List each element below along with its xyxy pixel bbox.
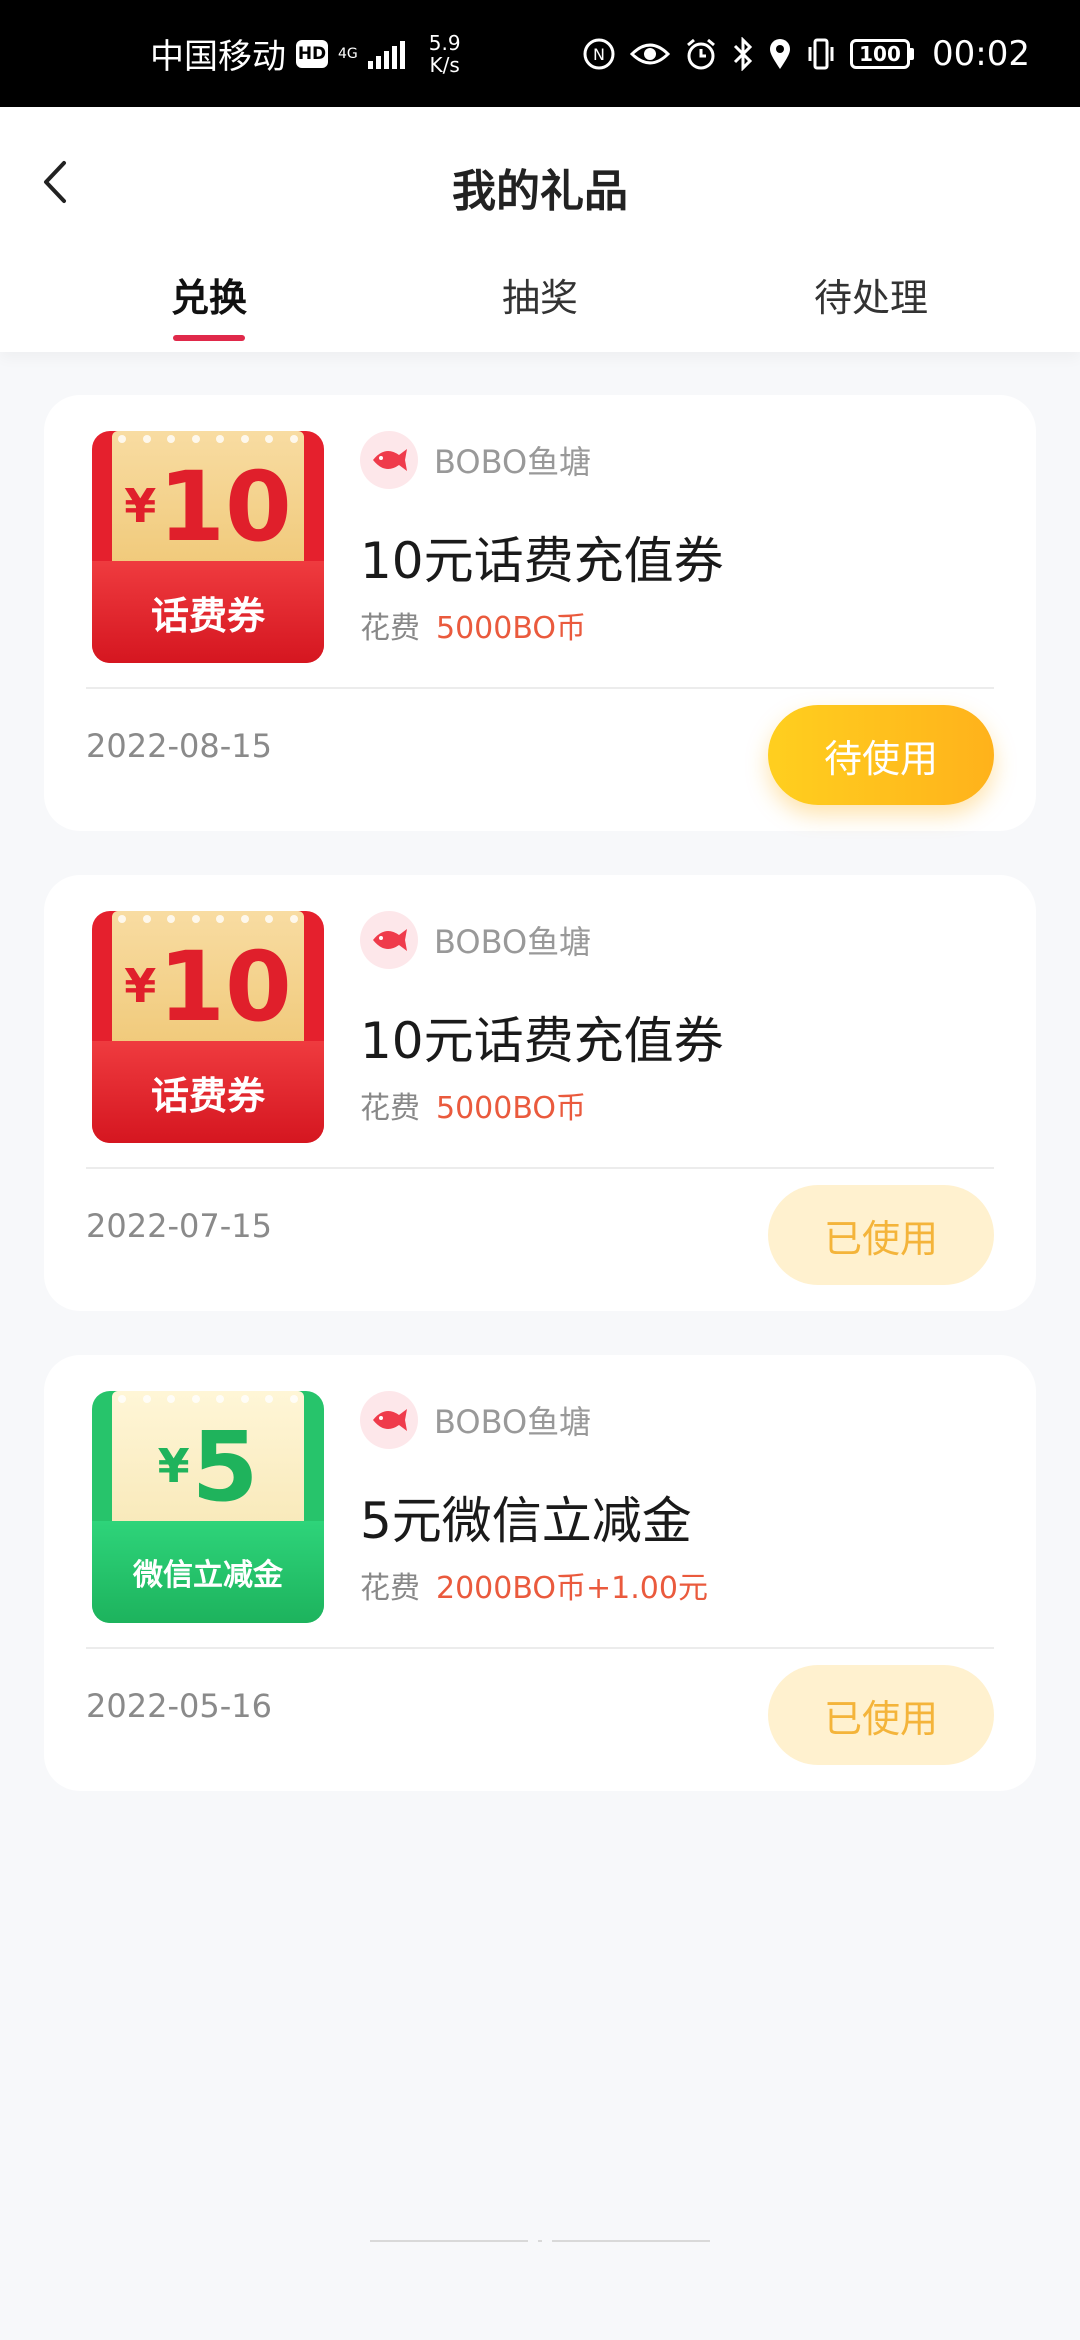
coupon-currency-symbol: ¥ — [124, 479, 157, 533]
shop-info: BOBO鱼塘 — [360, 431, 591, 489]
divider — [86, 687, 994, 689]
fish-icon — [360, 431, 418, 489]
eye-comfort-icon — [630, 39, 671, 69]
tab-bar: 兑换 抽奖 待处理 — [0, 267, 1080, 347]
cost-row: 花费 5000BO币 — [360, 603, 586, 647]
gift-card[interactable]: ¥10 话费券 BOBO鱼塘 10元话费充值券 花费 5000BO币 2022-0… — [44, 395, 1036, 831]
vibrate-icon — [806, 37, 836, 71]
fish-icon — [360, 911, 418, 969]
cost-label: 花费 — [360, 611, 420, 646]
coupon-currency-symbol: ¥ — [124, 959, 157, 1013]
status-bar: 中国移动 HD 4G 5.9 K/s N 100 00:02 — [0, 0, 1080, 107]
gift-title: 5元微信立减金 — [360, 1492, 692, 1550]
coupon-label: 话费券 — [92, 1041, 324, 1143]
coupon-amount: 5 — [191, 1411, 259, 1523]
coupon-currency-symbol: ¥ — [157, 1439, 190, 1493]
shop-name: BOBO鱼塘 — [434, 443, 592, 481]
battery-level: 100 — [850, 38, 911, 69]
alarm-icon — [684, 37, 718, 71]
bluetooth-icon — [732, 36, 754, 71]
exchange-date: 2022-08-15 — [86, 727, 272, 765]
coupon-amount: 10 — [158, 451, 292, 563]
hd-badge: HD — [296, 39, 328, 68]
gift-card[interactable]: ¥10 话费券 BOBO鱼塘 10元话费充值券 花费 5000BO币 2022-0… — [44, 875, 1036, 1311]
phone-credit-coupon-image: ¥10 话费券 — [92, 911, 324, 1143]
cost-row: 花费 2000BO币+1.00元 — [360, 1563, 708, 1607]
page-header: 我的礼品 兑换 抽奖 待处理 — [0, 107, 1080, 352]
shop-info: BOBO鱼塘 — [360, 1391, 591, 1449]
gift-card[interactable]: ¥5 微信立减金 BOBO鱼塘 5元微信立减金 花费 2000BO币+1.00元 … — [44, 1355, 1036, 1791]
use-button[interactable]: 待使用 — [768, 705, 994, 805]
exchange-date: 2022-07-15 — [86, 1207, 272, 1245]
cost-value: 5000BO币 — [436, 1091, 587, 1126]
coupon-amount: 10 — [158, 931, 292, 1043]
cost-row: 花费 5000BO币 — [360, 1083, 586, 1127]
phone-credit-coupon-image: ¥10 话费券 — [92, 431, 324, 663]
page-title: 我的礼品 — [452, 166, 628, 217]
cost-value: 5000BO币 — [436, 611, 587, 646]
tab-lottery[interactable]: 抽奖 — [390, 267, 690, 322]
tab-exchange[interactable]: 兑换 — [59, 267, 359, 322]
exchange-date: 2022-05-16 — [86, 1687, 272, 1725]
cost-label: 花费 — [360, 1571, 420, 1606]
active-tab-indicator — [173, 335, 245, 341]
cost-value: 2000BO币+1.00元 — [436, 1571, 708, 1606]
fish-icon — [360, 1391, 418, 1449]
wechat-discount-coupon-image: ¥5 微信立减金 — [92, 1391, 324, 1623]
clock: 00:02 — [932, 33, 1030, 74]
network-speed-value: 5.9 — [428, 30, 461, 55]
shop-info: BOBO鱼塘 — [360, 911, 591, 969]
network-speed-unit: K/s — [429, 52, 460, 77]
shop-name: BOBO鱼塘 — [434, 1403, 592, 1441]
divider — [86, 1167, 994, 1169]
carrier-name: 中国移动 — [150, 37, 286, 77]
divider — [86, 1647, 994, 1649]
tab-pending[interactable]: 待处理 — [721, 267, 1021, 322]
svg-text:N: N — [593, 45, 605, 64]
shop-name: BOBO鱼塘 — [434, 923, 592, 961]
nfc-icon: N — [582, 37, 616, 71]
location-icon — [768, 37, 792, 71]
network-speed: 5.9 K/s — [429, 32, 461, 76]
coupon-label: 微信立减金 — [92, 1521, 324, 1623]
used-status-button[interactable]: 已使用 — [768, 1185, 994, 1285]
cost-label: 花费 — [360, 1091, 420, 1126]
network-type: 4G — [338, 45, 358, 62]
battery-icon: 100 — [850, 38, 915, 69]
gift-title: 10元话费充值券 — [360, 1012, 724, 1070]
signal-icon — [367, 39, 405, 69]
gift-title: 10元话费充值券 — [360, 532, 724, 590]
used-status-button[interactable]: 已使用 — [768, 1665, 994, 1765]
coupon-label: 话费券 — [92, 561, 324, 663]
gesture-bar — [370, 2238, 711, 2244]
